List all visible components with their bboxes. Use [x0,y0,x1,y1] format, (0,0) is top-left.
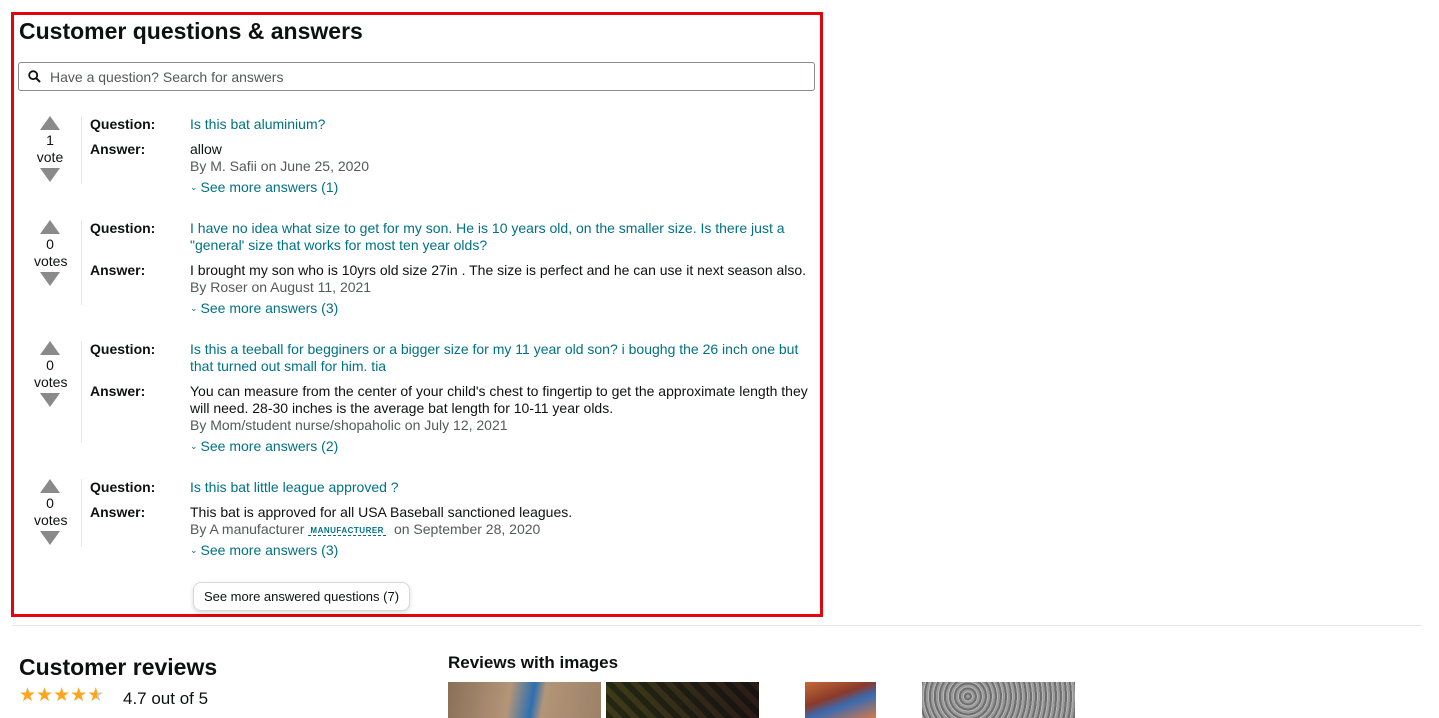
see-more-answers-label: See more answers (3) [200,300,339,316]
question-link[interactable]: I have no idea what size to get for my s… [190,220,820,254]
see-more-answers-link[interactable]: ⌄ See more answers (1) [190,179,338,198]
answer-text: allow [190,141,222,157]
see-more-answers-label: See more answers (1) [200,179,339,195]
vote-label: votes [34,253,68,269]
star-half-icon: ★ [87,685,105,706]
qa-section-title: Customer questions & answers [19,18,363,44]
vote-label: votes [34,374,68,390]
star-full-icon: ★ [19,685,37,706]
vote-label: vote [36,149,64,165]
customer-reviews-title: Customer reviews [19,654,218,680]
vote-column: 0 votes [34,341,68,407]
upvote-arrow-icon[interactable] [40,341,60,355]
question-link[interactable]: Is this a teeball for begginers or a big… [190,341,820,375]
vote-column: 1 vote [34,116,66,182]
vote-count: 0 [46,236,54,252]
answer-label: Answer: [90,383,146,399]
see-more-answered-questions-button[interactable]: See more answered questions (7) [193,582,410,611]
review-image-thumbnail[interactable] [448,682,601,718]
star-full-icon: ★ [36,685,54,706]
chevron-down-icon: ⌄ [190,182,198,192]
see-more-answers-label: See more answers (2) [200,438,339,454]
see-more-answers-link[interactable]: ⌄ See more answers (3) [190,542,338,561]
reviews-with-images-title: Reviews with images [448,653,619,672]
question-label: Question: [90,341,156,357]
review-image-thumbnail[interactable] [805,682,876,718]
upvote-arrow-icon[interactable] [40,116,60,130]
vote-divider [81,341,82,443]
downvote-arrow-icon[interactable] [40,393,60,407]
answer-byline: By M. Safii on June 25, 2020 [190,158,369,174]
question-label: Question: [90,479,156,495]
review-image-thumbnail[interactable] [606,682,759,718]
answer-text: This bat is approved for all USA Basebal… [190,504,573,520]
answer-text: You can measure from the center of your … [190,383,808,416]
vote-count: 0 [46,495,54,511]
chevron-down-icon: ⌄ [190,545,198,555]
manufacturer-badge: MANUFACTURER [308,525,386,536]
downvote-arrow-icon[interactable] [40,272,60,286]
answer-label: Answer: [90,504,146,520]
question-link[interactable]: Is this bat aluminium? [190,116,820,133]
downvote-arrow-icon[interactable] [40,531,60,545]
vote-divider [81,220,82,305]
vote-column: 0 votes [34,479,68,545]
star-full-icon: ★ [53,685,71,706]
vote-count: 1 [46,132,54,148]
byline-date: on September 28, 2020 [393,521,541,537]
section-divider [12,625,1422,626]
upvote-arrow-icon[interactable] [40,479,60,493]
answer-label: Answer: [90,262,146,278]
answer-label: Answer: [90,141,146,157]
qa-search-input[interactable] [48,67,792,86]
answer-byline: By A manufacturer MANUFACTURER on Septembe… [190,521,540,539]
byline-author: By A manufacturer [190,521,305,537]
see-more-answers-label: See more answers (3) [200,542,339,558]
star-full-icon: ★ [70,685,88,706]
answer-byline: By Roser on August 11, 2021 [190,279,372,295]
answer-text: I brought my son who is 10yrs old size 2… [190,262,807,278]
question-link[interactable]: Is this bat little league approved ? [190,479,820,496]
rating-text: 4.7 out of 5 [123,689,209,708]
downvote-arrow-icon[interactable] [40,168,60,182]
see-more-answers-link[interactable]: ⌄ See more answers (2) [190,438,338,457]
vote-column: 0 votes [34,220,68,286]
star-rating[interactable]: ★ ★ ★ ★ ★ [19,685,104,707]
vote-label: votes [34,512,68,528]
upvote-arrow-icon[interactable] [40,220,60,234]
question-label: Question: [90,220,156,236]
vote-divider [81,116,82,184]
question-label: Question: [90,116,156,132]
see-more-answers-link[interactable]: ⌄ See more answers (3) [190,300,338,319]
vote-count: 0 [46,357,54,373]
search-icon [28,70,41,83]
answer-byline: By Mom/student nurse/shopaholic on July … [190,417,508,433]
review-image-thumbnail[interactable] [922,682,1075,718]
chevron-down-icon: ⌄ [190,441,198,451]
qa-search-box[interactable] [18,62,815,91]
vote-divider [81,479,82,547]
chevron-down-icon: ⌄ [190,303,198,313]
